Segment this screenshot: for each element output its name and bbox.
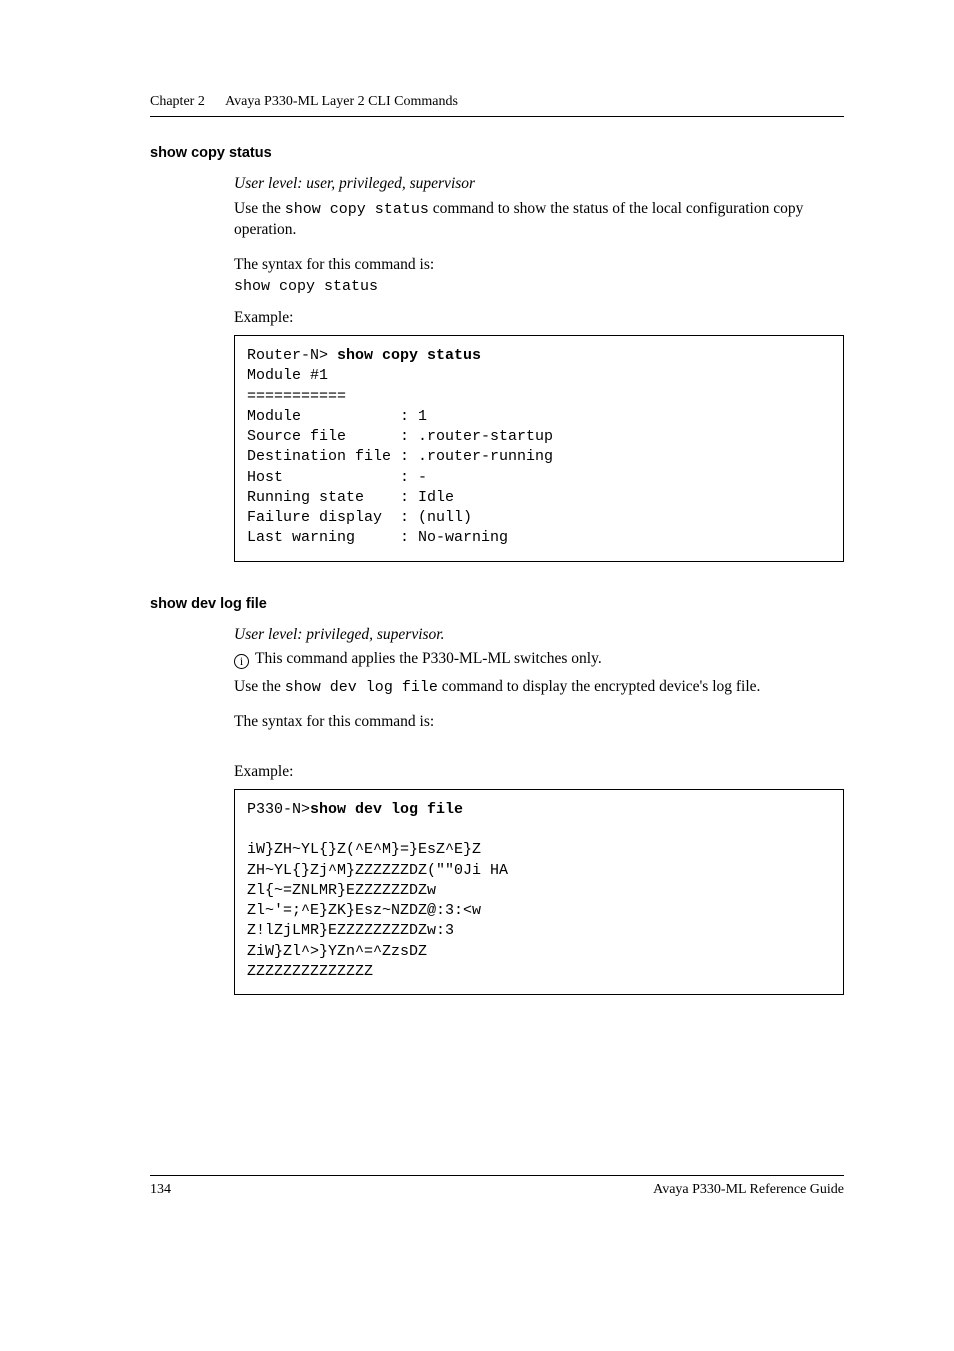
page-content: Chapter 2 Avaya P330-ML Layer 2 CLI Comm… xyxy=(0,0,954,1248)
inline-code: show copy status xyxy=(285,201,429,218)
section1-body: User level: user, privileged, supervisor… xyxy=(150,175,844,562)
running-head: Chapter 2 Avaya P330-ML Layer 2 CLI Comm… xyxy=(150,94,844,110)
user-level-line: User level: privileged, supervisor. xyxy=(234,626,844,644)
cli-prompt: Router-N> xyxy=(247,347,337,364)
syntax-label: The syntax for this command is: xyxy=(234,255,844,276)
user-level-line: User level: user, privileged, supervisor xyxy=(234,175,844,193)
example-output-box-2: P330-N>show dev log file iW}ZH~YL{}Z(^E^… xyxy=(234,789,844,995)
text-fragment: Use the xyxy=(234,200,285,217)
section1-description: Use the show copy status command to show… xyxy=(234,199,844,241)
guide-name: Avaya P330-ML Reference Guide xyxy=(653,1182,844,1198)
syntax-command: show copy status xyxy=(234,278,844,295)
cli-prompt: P330-N> xyxy=(247,801,310,818)
example-label: Example: xyxy=(234,309,844,327)
page-number: 134 xyxy=(150,1182,171,1198)
example-output-box-1: Router-N> show copy status Module #1 ===… xyxy=(234,335,844,562)
cli-output: iW}ZH~YL{}Z(^E^M}=}EsZ^E}Z ZH~YL{}Zj^M}Z… xyxy=(247,841,508,980)
cli-output: Module #1 =========== Module : 1 Source … xyxy=(247,367,553,546)
page-footer: 134 Avaya P330-ML Reference Guide xyxy=(150,1175,844,1198)
inline-code: show dev log file xyxy=(285,679,438,696)
header-rule xyxy=(150,116,844,117)
section-title-show-copy-status: show copy status xyxy=(150,145,844,161)
chapter-title: Avaya P330-ML Layer 2 CLI Commands xyxy=(225,94,458,109)
cli-command: show copy status xyxy=(337,347,481,364)
section-title-show-dev-log-file: show dev log file xyxy=(150,596,844,612)
text-fragment: Use the xyxy=(234,678,285,695)
note-text: This command applies the P330-ML-ML swit… xyxy=(255,650,602,667)
section2-description: Use the show dev log file command to dis… xyxy=(234,677,844,698)
example-label: Example: xyxy=(234,763,844,781)
text-fragment: command to display the encrypted device'… xyxy=(438,678,761,695)
info-note: i This command applies the P330-ML-ML swi… xyxy=(234,650,844,669)
section2-body: User level: privileged, supervisor. i Thi… xyxy=(150,626,844,995)
info-icon: i xyxy=(234,654,249,669)
syntax-label: The syntax for this command is: xyxy=(234,712,844,733)
chapter-label: Chapter 2 xyxy=(150,94,205,109)
cli-command: show dev log file xyxy=(310,801,463,818)
